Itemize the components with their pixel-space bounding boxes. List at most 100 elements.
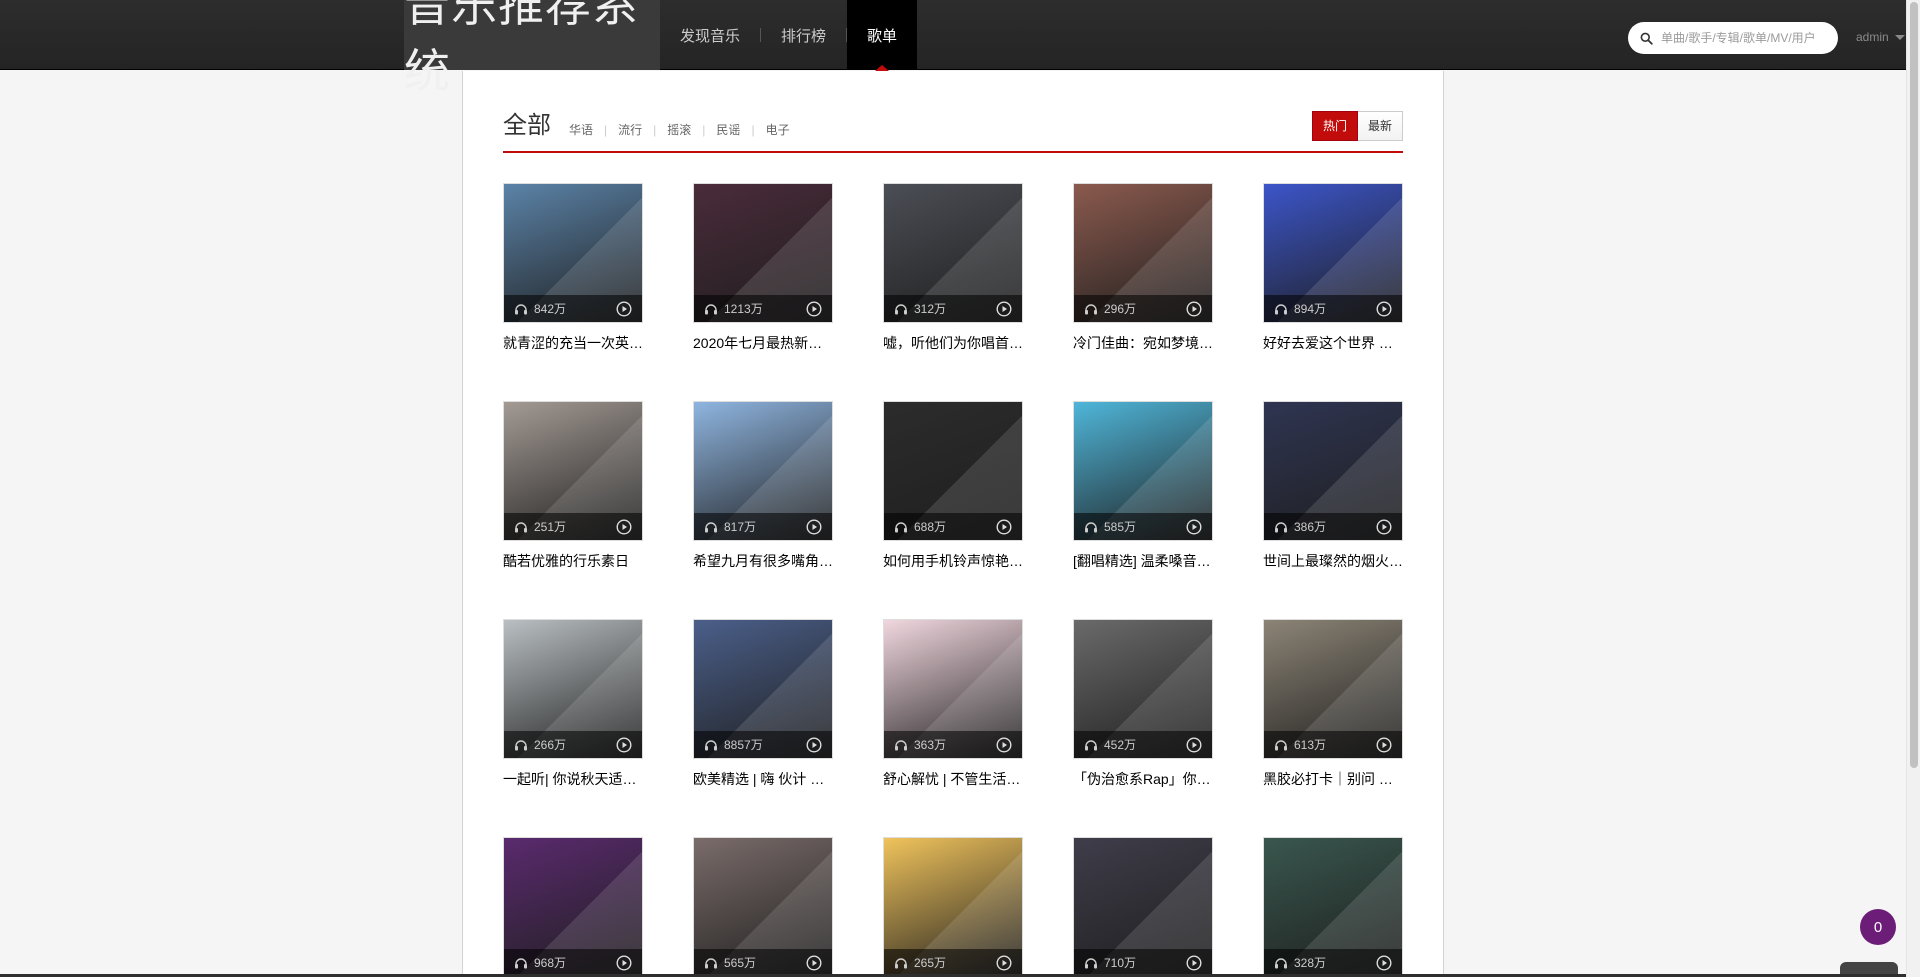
playlist-cover[interactable]: 328万	[1263, 837, 1403, 977]
play-icon[interactable]	[1376, 737, 1392, 753]
play-icon[interactable]	[616, 301, 632, 317]
playlist-cover[interactable]: 585万	[1073, 401, 1213, 541]
playlist-card[interactable]: 894万好好去爱这个世界 …	[1263, 183, 1403, 353]
sort-new-button[interactable]: 最新	[1357, 111, 1403, 141]
play-icon[interactable]	[1186, 955, 1202, 971]
playlist-cover[interactable]: 452万	[1073, 619, 1213, 759]
scrollbar[interactable]	[1906, 0, 1920, 977]
playlist-cover[interactable]: 296万	[1073, 183, 1213, 323]
play-icon[interactable]	[1376, 519, 1392, 535]
play-icon[interactable]	[1186, 301, 1202, 317]
play-icon[interactable]	[806, 737, 822, 753]
playlist-card[interactable]: 710万	[1073, 837, 1213, 977]
headphones-icon	[1275, 521, 1287, 532]
playlist-cover[interactable]: 312万	[883, 183, 1023, 323]
play-icon[interactable]	[1186, 737, 1202, 753]
scrollbar-thumb[interactable]	[1910, 2, 1918, 768]
playlist-card[interactable]: 613万黑胶必打卡｜别问 …	[1263, 619, 1403, 789]
play-count: 266万	[534, 738, 567, 752]
playlist-card[interactable]: 266万一起听| 你说秋天适…	[503, 619, 643, 789]
playlist-title[interactable]: 就青涩的充当一次英…	[503, 333, 643, 353]
playlist-title[interactable]: 世间上最璨然的烟火…	[1263, 551, 1403, 571]
cover-info-bar: 710万	[1074, 949, 1212, 976]
playlist-cover[interactable]: 613万	[1263, 619, 1403, 759]
playlist-title[interactable]: 2020年七月最热新…	[693, 333, 833, 353]
playlist-cover[interactable]: 710万	[1073, 837, 1213, 977]
playlist-cover[interactable]: 688万	[883, 401, 1023, 541]
playlist-card[interactable]: 968万	[503, 837, 643, 977]
playlist-cover[interactable]: 565万	[693, 837, 833, 977]
search-input[interactable]	[1661, 31, 1831, 45]
playlist-cover[interactable]: 386万	[1263, 401, 1403, 541]
playlist-cover[interactable]: 266万	[503, 619, 643, 759]
cover-info-bar: 817万	[694, 513, 832, 540]
cover-info-bar: 688万	[884, 513, 1022, 540]
category-rock[interactable]: 摇滚	[667, 121, 691, 138]
playlist-title[interactable]: 黑胶必打卡｜别问 …	[1263, 769, 1403, 789]
play-icon[interactable]	[806, 519, 822, 535]
playlist-title[interactable]: 欧美精选 | 嗨 伙计 …	[693, 769, 833, 789]
playlist-card[interactable]: 296万冷门佳曲：宛如梦境…	[1073, 183, 1213, 353]
playlist-cover[interactable]: 842万	[503, 183, 643, 323]
playlist-card[interactable]: 328万	[1263, 837, 1403, 977]
playlist-cover[interactable]: 251万	[503, 401, 643, 541]
playlist-card[interactable]: 565万	[693, 837, 833, 977]
playlist-title[interactable]: 希望九月有很多嘴角…	[693, 551, 833, 571]
playlist-cover[interactable]: 968万	[503, 837, 643, 977]
playlist-cover[interactable]: 265万	[883, 837, 1023, 977]
play-icon[interactable]	[616, 955, 632, 971]
play-icon[interactable]	[1186, 519, 1202, 535]
play-icon[interactable]	[996, 301, 1012, 317]
playlist-card[interactable]: 842万就青涩的充当一次英…	[503, 183, 643, 353]
playlist-title[interactable]: 好好去爱这个世界 …	[1263, 333, 1403, 353]
play-icon[interactable]	[996, 737, 1012, 753]
play-icon[interactable]	[616, 519, 632, 535]
playlist-card[interactable]: 817万希望九月有很多嘴角…	[693, 401, 833, 571]
playlist-title[interactable]: 酷若优雅的行乐素日	[503, 551, 643, 571]
playlist-card[interactable]: 386万世间上最璨然的烟火…	[1263, 401, 1403, 571]
playlist-title[interactable]: 「伪治愈系Rap」你…	[1073, 769, 1213, 789]
playlist-cover[interactable]: 817万	[693, 401, 833, 541]
search-box[interactable]	[1628, 22, 1838, 54]
playlist-card[interactable]: 1213万 2020年七月最热新…	[693, 183, 833, 353]
playlist-cover[interactable]: 8857万	[693, 619, 833, 759]
playlist-title[interactable]: 一起听| 你说秋天适…	[503, 769, 643, 789]
play-icon[interactable]	[996, 955, 1012, 971]
notification-badge[interactable]: 0	[1860, 909, 1896, 945]
play-icon[interactable]	[1376, 301, 1392, 317]
corner-widget[interactable]	[1840, 962, 1898, 974]
user-menu[interactable]: admin	[1856, 30, 1905, 44]
sort-hot-button[interactable]: 热门	[1311, 111, 1358, 141]
play-icon[interactable]	[1376, 955, 1392, 971]
category-folk[interactable]: 民谣	[716, 121, 740, 138]
nav-playlists[interactable]: 歌单	[847, 0, 918, 71]
playlist-title[interactable]: 冷门佳曲：宛如梦境…	[1073, 333, 1213, 353]
playlist-card[interactable]: 8857万欧美精选 | 嗨 伙计 …	[693, 619, 833, 789]
nav-discover[interactable]: 发现音乐	[660, 0, 760, 70]
playlist-card[interactable]: 452万「伪治愈系Rap」你…	[1073, 619, 1213, 789]
playlist-title[interactable]: 嘘，听他们为你唱首…	[883, 333, 1023, 353]
playlist-card[interactable]: 265万	[883, 837, 1023, 977]
category-electronic[interactable]: 电子	[766, 121, 790, 138]
playlist-card[interactable]: 585万 [翻唱精选] 温柔嗓音…	[1073, 401, 1213, 571]
playlist-card[interactable]: 251万酷若优雅的行乐素日	[503, 401, 643, 571]
playlist-card[interactable]: 363万舒心解忧 | 不管生活…	[883, 619, 1023, 789]
playlist-card[interactable]: 688万如何用手机铃声惊艳…	[883, 401, 1023, 571]
playlist-cover[interactable]: 894万	[1263, 183, 1403, 323]
play-count: 386万	[1294, 520, 1327, 534]
category-pop[interactable]: 流行	[618, 121, 642, 138]
playlist-card[interactable]: 312万嘘，听他们为你唱首…	[883, 183, 1023, 353]
play-icon[interactable]	[616, 737, 632, 753]
play-icon[interactable]	[806, 301, 822, 317]
playlist-cover[interactable]: 363万	[883, 619, 1023, 759]
playlist-title[interactable]: 舒心解忧 | 不管生活…	[883, 769, 1023, 789]
cover-info-bar: 585万	[1074, 513, 1212, 540]
category-chinese[interactable]: 华语	[569, 121, 593, 138]
logo[interactable]: 音乐推荐系统	[404, 0, 660, 98]
play-icon[interactable]	[996, 519, 1012, 535]
nav-charts[interactable]: 排行榜	[761, 0, 846, 70]
playlist-cover[interactable]: 1213万	[693, 183, 833, 323]
playlist-title[interactable]: 如何用手机铃声惊艳…	[883, 551, 1023, 571]
playlist-title[interactable]: [翻唱精选] 温柔嗓音…	[1073, 551, 1213, 571]
play-icon[interactable]	[806, 955, 822, 971]
